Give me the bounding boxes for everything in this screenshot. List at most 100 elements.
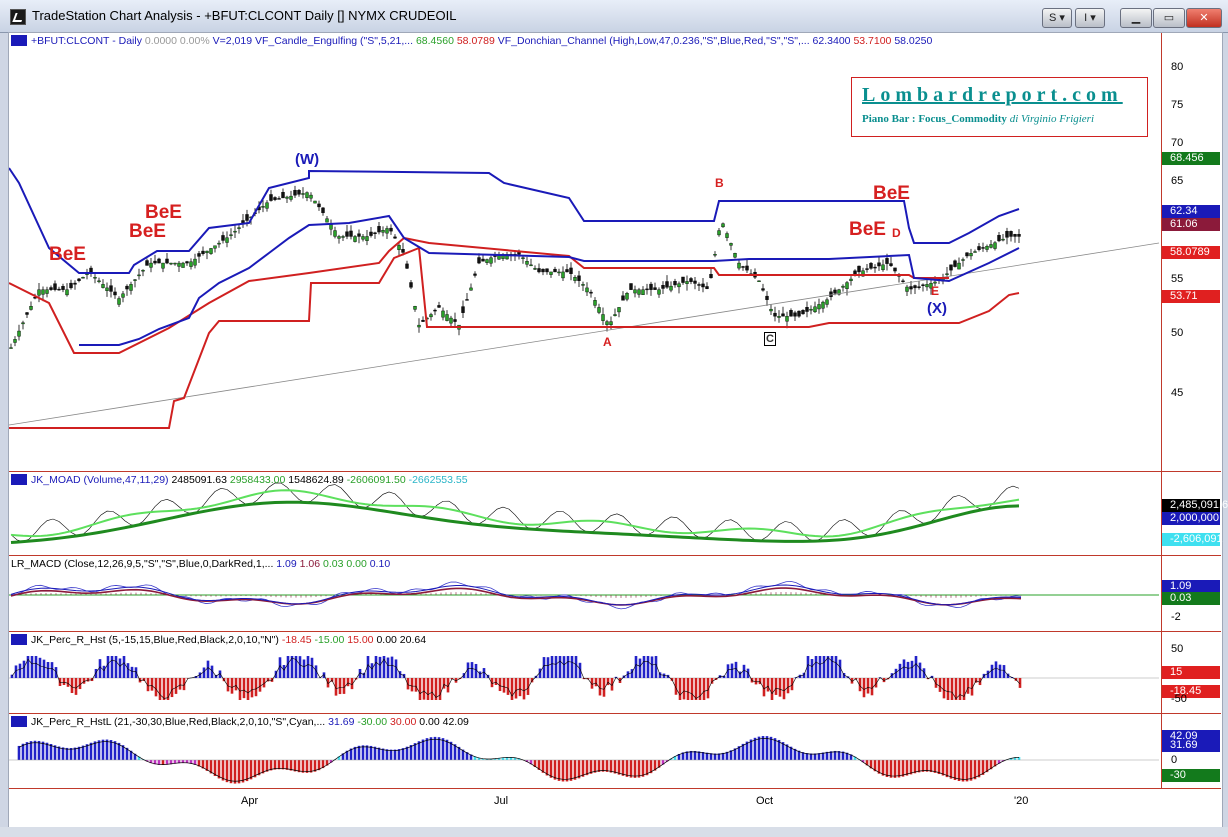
perc-hist-bar [786, 678, 790, 694]
percl-hist-bar [917, 760, 921, 773]
candle-body [29, 306, 33, 310]
i-dropdown-button[interactable]: I ▾ [1075, 8, 1105, 28]
candle-body [697, 284, 701, 286]
perc-hist-bar [642, 656, 646, 678]
percl-hist-bar [77, 746, 81, 760]
perc-hist-bar [690, 678, 694, 700]
candle-body [1017, 234, 1021, 237]
percl-hist-bar [893, 760, 897, 778]
percl-hist-bar [45, 742, 49, 760]
percl-hist-bar [85, 744, 89, 760]
candle-body [245, 214, 249, 221]
candle-body [533, 268, 537, 270]
candle-body [933, 281, 937, 284]
percl-hist-bar [357, 745, 361, 760]
perc-hist-bar [422, 678, 426, 700]
perc-hist-bar [658, 672, 662, 678]
candle-body [669, 285, 673, 291]
candle-body [141, 269, 145, 272]
chart-area[interactable]: +BFUT:CLCONT - Daily 0.0000 0.00% V=2,01… [8, 32, 1228, 829]
candle-body [817, 304, 821, 310]
perc-hist-bar [554, 656, 558, 678]
candle-body [409, 282, 413, 288]
candle-body [269, 194, 273, 201]
candle-body [145, 260, 149, 266]
candle-body [737, 262, 741, 269]
perc-hist-bar [310, 657, 314, 678]
percl-hist-bar [773, 738, 777, 760]
maximize-icon[interactable]: ▭ [1153, 8, 1185, 28]
perc-hist-bar [906, 661, 910, 678]
perc-tick: -50 [1171, 693, 1187, 705]
bee-label: BeE [145, 202, 182, 223]
candle-body [681, 276, 685, 283]
y-tick: 70 [1171, 137, 1184, 149]
candle-body [665, 281, 669, 288]
candle-body [813, 306, 817, 313]
perc-hist-bar [566, 656, 570, 678]
perc-hist-bar [282, 664, 286, 678]
candle-body [725, 233, 729, 238]
candle-body [661, 285, 665, 289]
candle-body [701, 283, 705, 288]
candle-body [821, 301, 825, 309]
percl-hist-bar [949, 760, 953, 779]
percl-hist-bar [965, 760, 969, 782]
y-tick: 75 [1171, 99, 1184, 111]
perc-hist-bar [938, 678, 942, 692]
candle-body [437, 305, 441, 308]
percl-hist-bar [409, 745, 413, 760]
candle-body [477, 257, 481, 264]
candle-body [17, 330, 21, 337]
candle-body [413, 306, 417, 310]
perc-hist-bar [406, 678, 410, 690]
x-tick: '20 [1014, 795, 1029, 807]
wave-point-label: A [603, 335, 612, 349]
minimize-icon[interactable]: ▁ [1120, 8, 1152, 28]
candle-body [153, 260, 157, 264]
percl-hist-bar [633, 760, 637, 778]
percl-hist-bar [769, 736, 773, 760]
percl-hist-bar [937, 760, 941, 775]
candle-body [573, 277, 577, 281]
wave-point-label: E [931, 284, 940, 298]
percl-hist-bar [933, 760, 937, 773]
candle-body [421, 319, 425, 322]
percl-hist-bar [253, 760, 257, 778]
candle-body [541, 268, 545, 273]
candle-body [521, 257, 525, 259]
perc-hist-bar [206, 660, 210, 678]
candle-body [561, 271, 565, 279]
close-icon[interactable]: ✕ [1186, 8, 1222, 28]
perc-hist-bar [834, 656, 838, 678]
candle-body [829, 291, 833, 297]
perc-hist-bar [998, 664, 1002, 678]
perc-hist-bar [990, 664, 994, 678]
candle-body [761, 288, 765, 291]
candle-body [825, 299, 829, 305]
candle-body [793, 312, 797, 317]
perc-hist-bar [62, 678, 66, 686]
candle-body [589, 291, 593, 294]
candle-body [773, 312, 777, 317]
candle-body [893, 267, 897, 272]
percl-hist-bar [245, 760, 249, 782]
perc-hist-bar [230, 678, 234, 694]
candle-body [769, 308, 773, 312]
window-title: TradeStation Chart Analysis - +BFUT:CLCO… [32, 8, 457, 23]
candle-body [557, 271, 561, 274]
candle-body [465, 299, 469, 301]
candle-body [205, 250, 209, 254]
percl-hist-bar [49, 744, 53, 760]
perc-hist-bar [814, 656, 818, 678]
candle-body [297, 190, 301, 195]
candle-body [649, 283, 653, 290]
perc-hist-bar [570, 656, 574, 678]
candle-body [333, 230, 337, 237]
perc-hist-bar [550, 656, 554, 678]
percl-hist-bar [745, 741, 749, 760]
s-dropdown-button[interactable]: S ▾ [1042, 8, 1072, 28]
percl-hist-bar [445, 739, 449, 760]
percl-hist-bar [381, 748, 385, 760]
candle-body [401, 249, 405, 253]
